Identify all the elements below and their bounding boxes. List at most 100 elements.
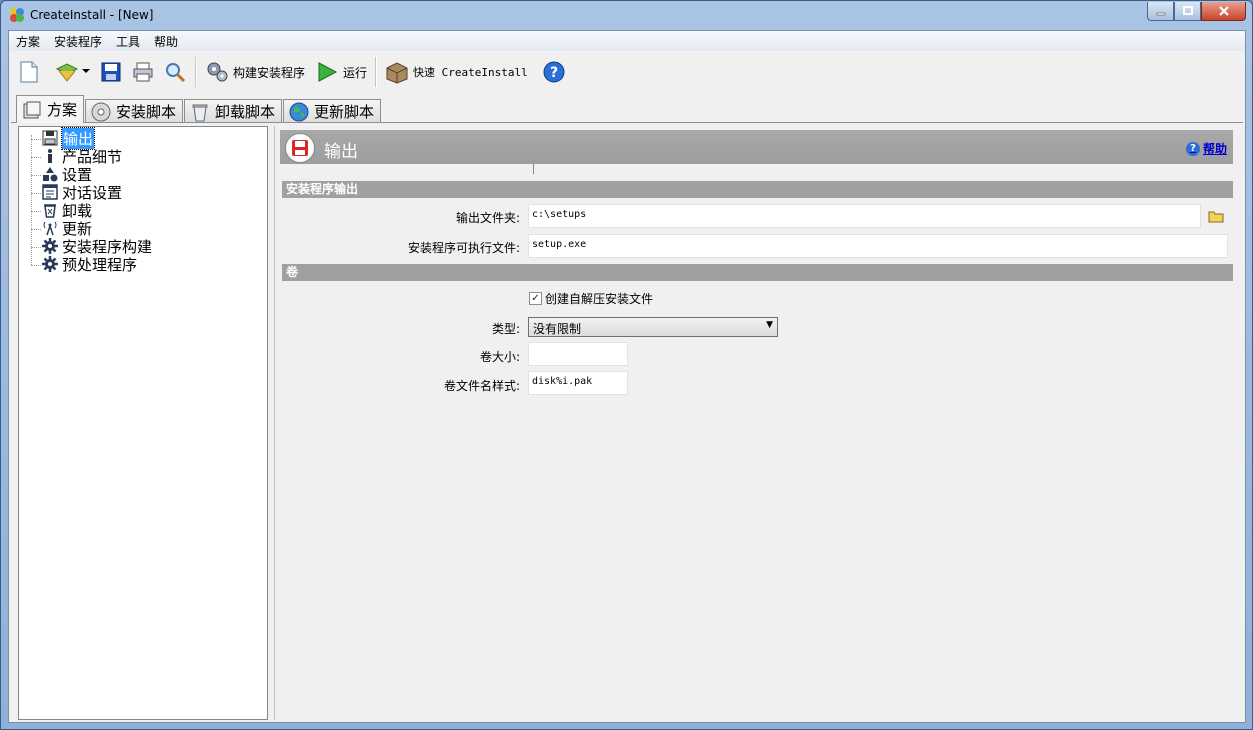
- client-area: 方案 安装程序 工具 帮助 构建安装程序 运行 快速 CreateInstall…: [8, 30, 1246, 723]
- tree-item-installer-build[interactable]: 安装程序构建: [41, 237, 152, 256]
- tree-branch: [31, 265, 41, 266]
- tab-update-script-label: 更新脚本: [314, 103, 375, 121]
- project-tree[interactable]: 输出 产品细节 设置 对话设置 卸载 更新 安装程序构建 预处理程序: [18, 126, 268, 720]
- project-icon: [21, 99, 43, 121]
- menu-tools[interactable]: 工具: [109, 33, 147, 50]
- panel-title: 输出: [324, 142, 358, 162]
- tree-item-update[interactable]: 更新: [41, 219, 92, 238]
- section-installer-output: 安装程序输出: [282, 181, 1233, 198]
- menu-help[interactable]: 帮助: [147, 33, 185, 50]
- box-icon: [386, 62, 408, 84]
- gear-icon: [41, 237, 59, 255]
- tree-branch: [31, 211, 41, 212]
- minimize-button[interactable]: [1147, 2, 1174, 21]
- folder-icon: [1208, 211, 1224, 223]
- disc-icon: [90, 101, 112, 123]
- preview-button[interactable]: [163, 60, 187, 84]
- save-icon: [101, 62, 121, 82]
- run-button[interactable]: 运行: [343, 64, 367, 81]
- recycle-bin-icon: [189, 101, 211, 123]
- type-select[interactable]: 没有限制 ▼: [528, 317, 778, 337]
- help-link-label: 帮助: [1202, 142, 1227, 156]
- tab-install-script[interactable]: 安装脚本: [85, 99, 184, 123]
- menu-bar: 方案 安装程序 工具 帮助: [9, 31, 1245, 51]
- tab-update-script[interactable]: 更新脚本: [283, 99, 382, 123]
- tree-item-dialog-settings[interactable]: 对话设置: [41, 183, 122, 202]
- create-sfx-label: 创建自解压安装文件: [545, 292, 654, 306]
- play-icon: [318, 62, 338, 82]
- run-icon-wrap[interactable]: [315, 60, 339, 84]
- tab-uninstall-script[interactable]: 卸载脚本: [184, 99, 283, 123]
- volume-size-field[interactable]: [528, 342, 628, 366]
- gear-icon: [41, 255, 59, 273]
- build-button[interactable]: 构建安装程序: [233, 64, 305, 81]
- antenna-icon: [41, 219, 59, 237]
- maximize-button[interactable]: [1174, 2, 1201, 21]
- tree-item-uninstall[interactable]: 卸载: [41, 201, 92, 220]
- section-volume: 卷: [282, 264, 1233, 281]
- chevron-down-icon: ▼: [766, 320, 773, 330]
- title-bar[interactable]: CreateInstall - [New]: [1, 1, 1252, 29]
- floppy-icon: [41, 129, 59, 147]
- tab-project[interactable]: 方案: [16, 95, 85, 123]
- quick-createinstall-button[interactable]: 快速 CreateInstall: [413, 64, 528, 80]
- output-folder-label: 输出文件夹:: [455, 211, 520, 225]
- app-window: CreateInstall - [New] 方案 安装程序 工具 帮助 构建安装…: [0, 0, 1253, 730]
- tree-branch: [31, 139, 41, 140]
- tree-branch: [31, 175, 41, 176]
- output-folder-field[interactable]: c:\setups: [528, 204, 1201, 228]
- panel-header: 输出 ? 帮助: [280, 130, 1233, 164]
- menu-project[interactable]: 方案: [9, 33, 47, 50]
- tree-branch: [31, 247, 41, 248]
- create-sfx-checkbox[interactable]: ✓: [529, 292, 542, 305]
- shapes-icon: [41, 165, 59, 183]
- create-sfx-checkbox-row[interactable]: ✓ 创建自解压安装文件: [529, 290, 653, 307]
- help-icon: ?: [1185, 141, 1200, 156]
- chevron-down-icon: [82, 69, 90, 73]
- tree-branch: [31, 229, 41, 230]
- toolbar-separator: [195, 57, 197, 87]
- gears-icon: [207, 62, 228, 82]
- browse-folder-button[interactable]: [1207, 208, 1225, 224]
- print-button[interactable]: [131, 60, 155, 84]
- tree-branch: [31, 157, 41, 158]
- divider-tick: [533, 164, 534, 174]
- tree-item-preprocessor[interactable]: 预处理程序: [41, 255, 137, 274]
- new-file-button[interactable]: [17, 60, 41, 84]
- tab-strip: 方案 安装脚本 卸载脚本 更新脚本: [16, 95, 382, 123]
- minimize-icon: [1156, 12, 1165, 16]
- globe-icon: [288, 101, 310, 123]
- toolbar-separator: [375, 57, 378, 87]
- installer-exe-label: 安装程序可执行文件:: [407, 241, 520, 255]
- output-floppy-icon: [285, 133, 315, 163]
- tree-item-output[interactable]: 输出: [41, 126, 96, 150]
- installer-exe-field[interactable]: setup.exe: [528, 234, 1228, 258]
- help-link[interactable]: ? 帮助: [1185, 140, 1227, 157]
- toolbar: 构建安装程序 运行 快速 CreateInstall ?: [9, 52, 1245, 92]
- tab-uninstall-script-label: 卸载脚本: [215, 103, 276, 121]
- save-button[interactable]: [99, 60, 123, 84]
- tab-project-label: 方案: [47, 101, 78, 119]
- volume-size-label: 卷大小:: [479, 350, 520, 364]
- type-select-value: 没有限制: [533, 322, 582, 336]
- tree-branch: [31, 193, 41, 194]
- help-icon: ?: [543, 61, 565, 83]
- open-button[interactable]: [55, 60, 79, 84]
- open-dropdown-button[interactable]: [81, 65, 91, 79]
- quick-icon-wrap[interactable]: [385, 60, 409, 84]
- svg-text:?: ?: [550, 65, 558, 81]
- info-icon: [41, 147, 59, 165]
- new-file-icon: [20, 61, 38, 83]
- tree-item-settings[interactable]: 设置: [41, 165, 92, 184]
- maximize-icon: [1182, 6, 1193, 15]
- menu-installer[interactable]: 安装程序: [47, 33, 109, 50]
- open-folder-icon: [55, 63, 79, 82]
- close-button[interactable]: [1201, 2, 1246, 21]
- tree-item-product-details[interactable]: 产品细节: [41, 147, 122, 166]
- build-icon-wrap[interactable]: [205, 60, 229, 84]
- tab-install-script-label: 安装脚本: [116, 103, 177, 121]
- close-icon: [1218, 6, 1229, 16]
- help-button[interactable]: ?: [542, 60, 566, 84]
- volume-name-field[interactable]: disk%i.pak: [528, 371, 628, 395]
- app-logo-icon: [9, 7, 25, 23]
